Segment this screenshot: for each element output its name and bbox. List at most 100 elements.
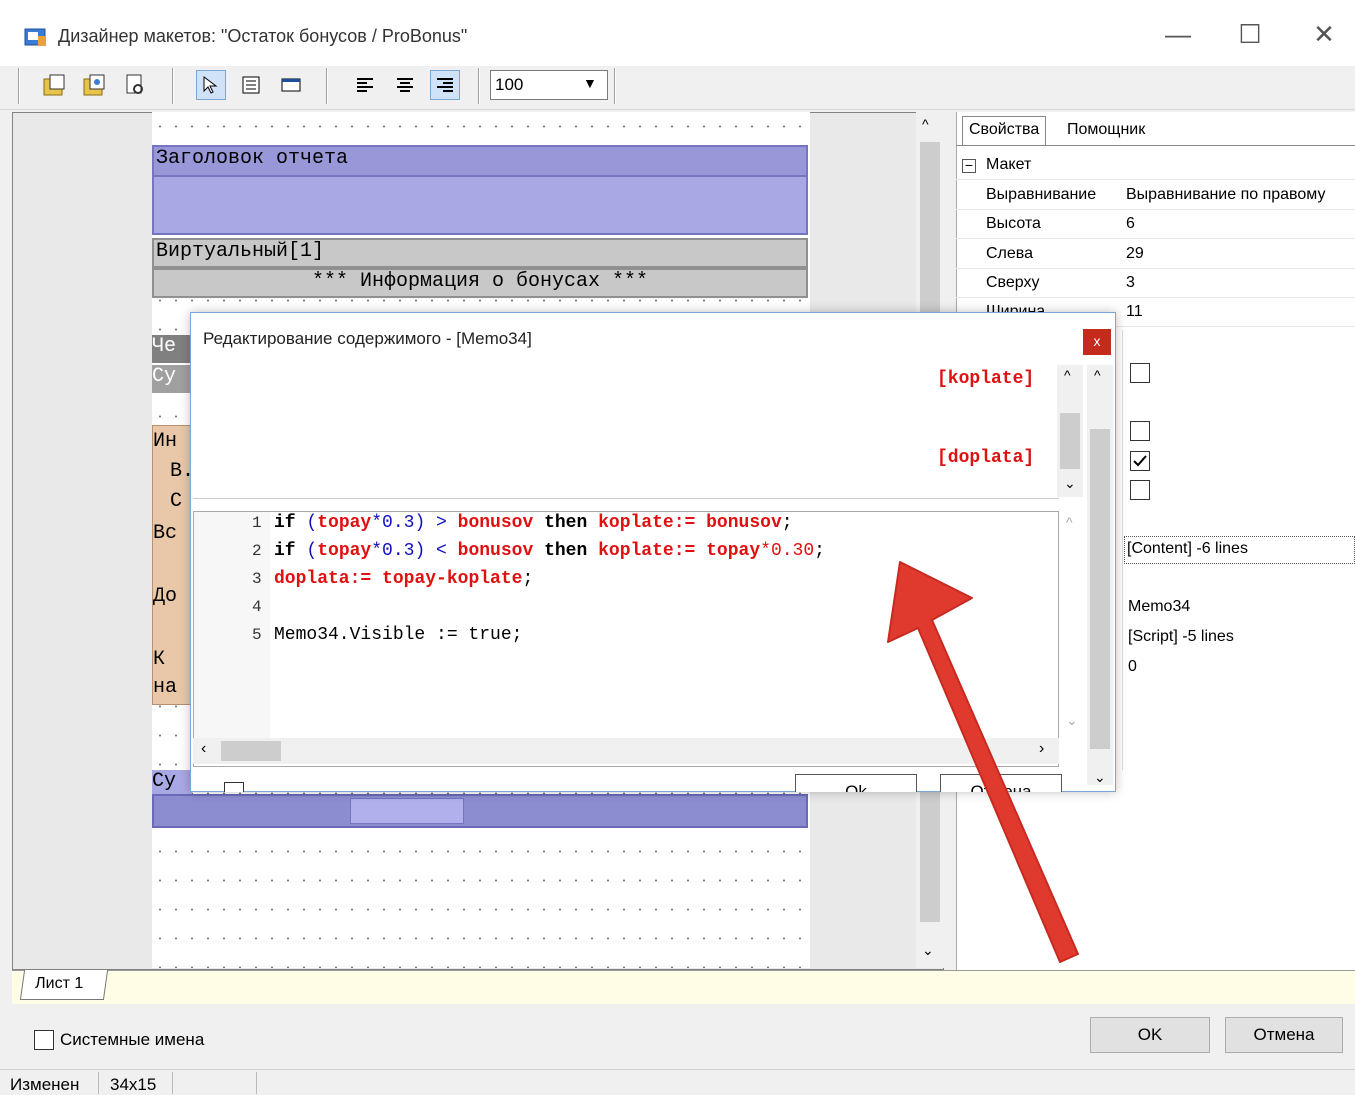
window-title: Дизайнер макетов: "Остаток бонусов / Pro…	[58, 26, 468, 46]
property-value[interactable]: 29	[1126, 245, 1144, 263]
ok-button[interactable]: OK	[1090, 1017, 1210, 1053]
code-token: *0.3)	[371, 541, 426, 561]
scroll-up-icon[interactable]: ^	[1094, 367, 1101, 383]
dialog-checkbox[interactable]	[224, 782, 244, 792]
code-token: topay	[317, 541, 372, 561]
minimize-icon[interactable]: —	[1158, 14, 1198, 54]
band-tool-icon[interactable]	[276, 70, 306, 100]
code-token: ;	[522, 569, 534, 589]
property-value[interactable]: 3	[1126, 274, 1135, 292]
code-token: *0.30	[760, 541, 815, 561]
band-fragment[interactable]: Cy	[152, 365, 192, 393]
scroll-thumb[interactable]	[221, 741, 281, 761]
band-fragment[interactable]: Чe	[152, 335, 192, 363]
status-divider	[256, 1072, 257, 1094]
sheet-tab-label: Лист 1	[35, 975, 84, 992]
property-rows-divider	[1122, 330, 1123, 770]
scroll-up-icon[interactable]: ^	[1066, 514, 1073, 530]
code-token: :=	[673, 513, 696, 533]
collapse-icon[interactable]: −	[962, 158, 976, 173]
scroll-up-icon[interactable]: ^	[1064, 367, 1071, 383]
close-icon[interactable]: ✕	[1304, 14, 1344, 54]
red-arrow-annotation	[887, 561, 1079, 963]
code-token: if	[274, 541, 296, 561]
status-divider	[98, 1072, 99, 1094]
property-checkbox-checked[interactable]	[1130, 451, 1150, 471]
property-row[interactable]: Высота 6	[956, 210, 1355, 239]
code-token: *0.3)	[371, 513, 426, 533]
band-info-text[interactable]: *** Информация о бонусах ***	[152, 268, 808, 298]
code-token: ;	[814, 541, 825, 561]
property-content-value[interactable]: [Content] -6 lines	[1124, 536, 1355, 564]
code-token: >	[425, 513, 458, 533]
scroll-down-icon[interactable]: ⌄	[1064, 475, 1076, 492]
scroll-thumb[interactable]	[1060, 413, 1080, 469]
property-value[interactable]: 6	[1126, 215, 1135, 233]
code-token: :=	[673, 541, 696, 561]
select-tool-icon[interactable]	[196, 70, 226, 100]
preview-icon[interactable]	[120, 70, 150, 100]
band-report-title[interactable]: Заголовок отчета	[152, 145, 808, 235]
status-divider	[172, 1072, 173, 1094]
dialog-close-button[interactable]: x	[1083, 329, 1111, 355]
band-fragment: Вс	[153, 522, 178, 545]
property-name: Выравнивание	[986, 186, 1097, 203]
property-value[interactable]: Выравнивание по правому	[1126, 186, 1325, 204]
code-token: if	[274, 513, 296, 533]
property-name: Сверху	[986, 274, 1040, 291]
tab-properties[interactable]: Свойства	[962, 116, 1047, 146]
cancel-label: Отмена	[1253, 1025, 1315, 1044]
zoom-select[interactable]: 100 ▼	[490, 70, 608, 100]
line-number: 2	[252, 542, 262, 560]
band-fragment: К	[153, 648, 166, 671]
scroll-up-icon[interactable]: ^	[922, 116, 929, 132]
property-zero-value[interactable]: 0	[1128, 658, 1137, 676]
band-virtual[interactable]: Виртуальный[1]	[152, 238, 808, 268]
property-row[interactable]: Выравнивание Выравнивание по правому	[956, 181, 1355, 210]
code-token: ;	[781, 513, 793, 533]
preview-area	[193, 363, 1059, 499]
band-fragment: С	[170, 490, 183, 513]
tab-underline	[956, 145, 1355, 146]
status-state: Изменен	[10, 1075, 80, 1094]
cancel-button[interactable]: Отмена	[1225, 1017, 1343, 1053]
chevron-down-icon[interactable]: ▼	[583, 75, 597, 91]
align-center-icon[interactable]	[390, 70, 420, 100]
code-token: (	[295, 541, 318, 561]
save-icon[interactable]	[80, 70, 110, 100]
code-token: topay	[695, 541, 761, 561]
code-line-1[interactable]: if (topay*0.3) > bonusov then koplate:= …	[274, 513, 994, 541]
align-right-icon[interactable]	[430, 70, 460, 100]
tab-helper[interactable]: Помощник	[1060, 116, 1152, 146]
toolbar-separator	[478, 68, 480, 104]
property-name: Слева	[986, 245, 1034, 262]
code-token: doplata	[274, 569, 350, 589]
maximize-icon[interactable]: ☐	[1230, 14, 1270, 54]
band-fragment[interactable]: Су	[152, 770, 192, 796]
property-row[interactable]: Сверху 3	[956, 269, 1355, 298]
code-token: bonusov	[457, 541, 534, 561]
memo-tool-icon[interactable]	[236, 70, 266, 100]
line-number: 5	[252, 626, 262, 644]
code-token: bonusov	[695, 513, 782, 533]
toolbar-separator	[18, 68, 20, 104]
scroll-left-icon[interactable]: ‹	[201, 740, 206, 758]
property-checkbox[interactable]	[1130, 421, 1150, 441]
property-row[interactable]: Слева 29	[956, 240, 1355, 269]
property-checkbox[interactable]	[1130, 363, 1150, 383]
memo-field[interactable]	[350, 798, 464, 824]
sheet-tab[interactable]: Лист 1	[19, 970, 109, 1000]
property-value[interactable]: 11	[1126, 303, 1143, 321]
align-left-icon[interactable]	[350, 70, 380, 100]
property-script-value[interactable]: [Script] -5 lines	[1128, 628, 1234, 646]
toolbar-separator	[326, 68, 328, 104]
property-group[interactable]: − Макет	[956, 151, 1355, 180]
open-icon[interactable]	[40, 70, 70, 100]
preview-scrollbar[interactable]: ^ ⌄	[1057, 365, 1083, 497]
property-checkbox[interactable]	[1130, 480, 1150, 500]
toolbar-separator	[614, 68, 616, 104]
property-name-value[interactable]: Memo34	[1128, 598, 1190, 616]
system-names-checkbox[interactable]	[34, 1030, 54, 1050]
band-fragment: До	[153, 585, 178, 608]
band-footer[interactable]	[152, 794, 808, 828]
